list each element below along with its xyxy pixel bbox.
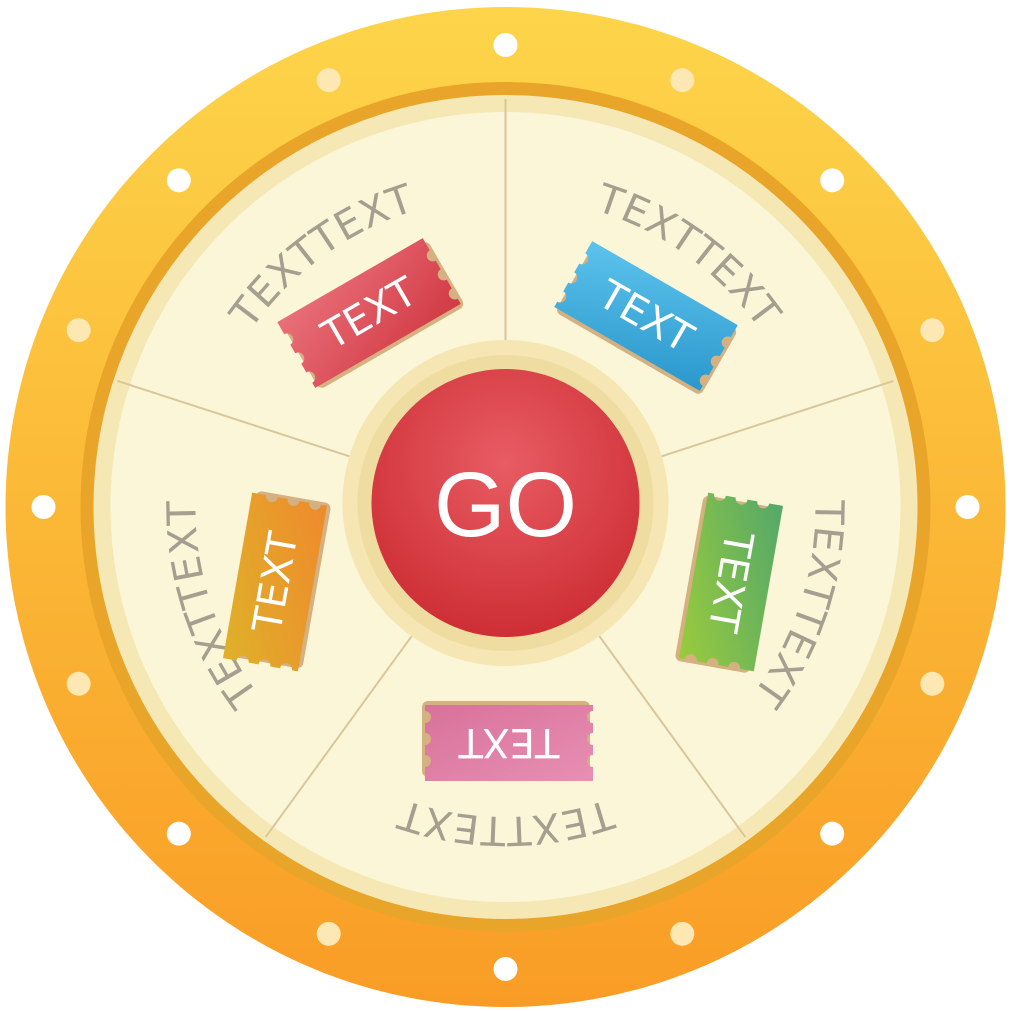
prize-wheel: TEXTTEXT TEXTTEXT TEXTTEXT TEXTTEXT TEXT… — [5, 7, 1006, 1007]
rim-light-bulb — [920, 318, 945, 343]
rim-light-bulb — [493, 33, 518, 57]
rim-light-bulb — [820, 821, 845, 846]
rim-light-bulb — [316, 921, 341, 946]
rim-light-bulb — [670, 68, 695, 93]
rim-light-bulb — [820, 168, 845, 193]
ticket-pink: TEXT — [422, 701, 593, 781]
rim-light-bulb — [66, 318, 91, 343]
rim-light-bulb — [166, 168, 191, 193]
rim-light-bulb — [493, 957, 518, 981]
rim-light-bulb — [670, 921, 695, 946]
rim-light-bulb — [31, 495, 56, 519]
ticket-label: TEXT — [458, 719, 560, 765]
go-label[interactable]: GO — [434, 454, 577, 556]
go-button[interactable]: GO — [371, 369, 640, 637]
rim-light-bulb — [920, 671, 945, 696]
rim-light-bulb — [316, 68, 341, 93]
rim-light-bulb — [66, 671, 91, 696]
rim-light-bulb — [166, 821, 191, 846]
rim-light-bulb — [955, 495, 980, 519]
